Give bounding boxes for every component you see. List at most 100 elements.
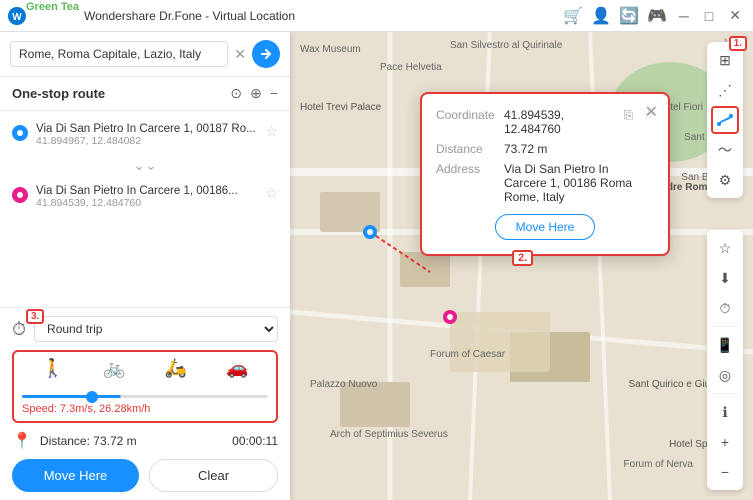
map-label-wax: Wax Museum bbox=[300, 44, 361, 55]
popup-coordinate-row: Coordinate 41.894539, 12.484760 ⎘ ☆ bbox=[436, 108, 654, 136]
toolbar-nodes-icon[interactable]: ⋰ bbox=[711, 76, 739, 104]
car-icon[interactable]: 🚗 bbox=[226, 358, 248, 379]
speed-box: 🚶 🚲 🛵 🚗 Speed: 7.3m/s, 26.28km/h bbox=[12, 350, 278, 423]
chevron-down-icon: ⌄⌄ bbox=[133, 157, 156, 173]
route-star-1[interactable]: ☆ bbox=[265, 123, 278, 140]
route-item-2[interactable]: Via Di San Pietro In Carcere 1, 00186...… bbox=[0, 179, 290, 215]
gamepad-icon[interactable]: 🎮 bbox=[647, 6, 667, 26]
svg-text:W: W bbox=[12, 12, 22, 23]
toolbar-top: ⊞ ⋰ 〜 ⚙ 1. bbox=[707, 42, 743, 198]
minimize-btn[interactable]: ─ bbox=[675, 8, 693, 24]
route-dot-inner-1 bbox=[17, 130, 23, 136]
toolbar-download-icon[interactable]: ⬇ bbox=[711, 264, 739, 292]
map-label-pace: Pace Helvetia bbox=[380, 62, 442, 73]
right-toolbar: ⊞ ⋰ 〜 ⚙ 1. ☆ bbox=[707, 42, 743, 490]
popup-move-here-button[interactable]: Move Here bbox=[495, 214, 596, 240]
action-buttons: Move Here Clear bbox=[12, 459, 278, 492]
map-label-trevi: Hotel Trevi Palace bbox=[300, 102, 381, 113]
popup-distance-row: Distance 73.72 m bbox=[436, 142, 654, 156]
distance-value: Distance: 73.72 m bbox=[40, 434, 224, 448]
route-svg-icon bbox=[717, 112, 733, 128]
trip-control: 3. ⏱ Round trip One way Loop bbox=[12, 316, 278, 342]
close-btn[interactable]: ✕ bbox=[725, 7, 745, 24]
popup-coordinate-value: 41.894539, 12.484760 bbox=[504, 108, 612, 136]
popup-address-row: Address Via Di San Pietro In Carcere 1, … bbox=[436, 162, 654, 204]
toolbar-settings-icon[interactable]: ⚙ bbox=[711, 166, 739, 194]
route-item-content-1: Via Di San Pietro In Carcere 1, 00187 Ro… bbox=[36, 123, 257, 147]
maximize-btn[interactable]: □ bbox=[701, 8, 717, 24]
search-input[interactable] bbox=[10, 41, 228, 67]
route-item-coords-2: 41.894539, 12.484760 bbox=[36, 197, 257, 209]
green-tea-label: Green Tea bbox=[26, 2, 79, 13]
badge-2: 2. bbox=[512, 250, 533, 266]
refresh-icon[interactable]: 🔄 bbox=[619, 6, 639, 26]
map-label-palazzo: Palazzo Nuovo bbox=[310, 379, 377, 390]
popup-address-value: Via Di San Pietro In Carcere 1, 00186 Ro… bbox=[504, 162, 654, 204]
toolbar-zoom-out-icon[interactable]: − bbox=[711, 458, 739, 486]
user-icon[interactable]: 👤 bbox=[591, 6, 611, 26]
popup-card: ✕ Coordinate 41.894539, 12.484760 ⎘ ☆ Di… bbox=[420, 92, 670, 256]
toolbar-zoom-in-icon[interactable]: + bbox=[711, 428, 739, 456]
route-dot-inner-2 bbox=[17, 192, 23, 198]
route-item-1[interactable]: Via Di San Pietro In Carcere 1, 00187 Ro… bbox=[0, 117, 290, 153]
toolbar-location-icon[interactable]: ◎ bbox=[711, 361, 739, 389]
popup-distance-value: 73.72 m bbox=[504, 142, 654, 156]
add-waypoint-icon[interactable]: ⊕ bbox=[250, 85, 262, 102]
popup-copy-icon[interactable]: ⎘ bbox=[624, 108, 634, 123]
scooter-icon[interactable]: 🛵 bbox=[165, 358, 187, 379]
route-item-coords-1: 41.894967, 12.484082 bbox=[36, 135, 257, 147]
route-separator: ⌄⌄ bbox=[0, 153, 290, 179]
time-value: 00:00:11 bbox=[232, 434, 278, 448]
toolbar-divider-2 bbox=[711, 393, 739, 394]
map-label-nerva: Forum of Nerva bbox=[624, 459, 693, 470]
cart-icon[interactable]: 🛒 bbox=[563, 6, 583, 26]
route-list: Via Di San Pietro In Carcere 1, 00187 Ro… bbox=[0, 111, 290, 307]
popup-coordinate-label: Coordinate bbox=[436, 108, 496, 122]
popup-close-button[interactable]: ✕ bbox=[645, 102, 658, 122]
route-item-content-2: Via Di San Pietro In Carcere 1, 00186...… bbox=[36, 185, 257, 209]
route-dot-1 bbox=[12, 125, 28, 141]
collapse-icon[interactable]: − bbox=[270, 85, 278, 102]
move-here-button[interactable]: Move Here bbox=[12, 459, 139, 492]
route-star-2[interactable]: ☆ bbox=[265, 185, 278, 202]
map-label-septimiusseverus: Arch of Septimius Severus bbox=[330, 429, 448, 440]
app-icon: W bbox=[8, 7, 26, 25]
popup-distance-label: Distance bbox=[436, 142, 496, 156]
trip-icon: 3. ⏱ bbox=[12, 319, 26, 340]
speed-slider[interactable] bbox=[22, 395, 268, 398]
home-icon[interactable]: ⊙ bbox=[230, 85, 242, 102]
search-go-button[interactable] bbox=[252, 40, 280, 68]
map-label-sansilvestro: San Silvestro al Quirinale bbox=[450, 40, 562, 51]
route-header: One-stop route ⊙ ⊕ − bbox=[0, 77, 290, 111]
toolbar-phone-icon[interactable]: 📱 bbox=[711, 331, 739, 359]
badge-3: 3. bbox=[26, 309, 44, 324]
toolbar-route-icon[interactable] bbox=[711, 106, 739, 134]
trip-select[interactable]: Round trip One way Loop bbox=[34, 316, 278, 342]
bottom-controls: 3. ⏱ Round trip One way Loop 🚶 🚲 🛵 🚗 bbox=[0, 307, 290, 500]
badge-1: 1. bbox=[729, 36, 747, 51]
toolbar-history-icon[interactable]: ⏱ bbox=[711, 294, 739, 322]
toolbar-star-icon[interactable]: ☆ bbox=[711, 234, 739, 262]
popup-address-label: Address bbox=[436, 162, 496, 176]
distance-row: 📍 Distance: 73.72 m 00:00:11 bbox=[12, 431, 278, 451]
map-area[interactable]: Wax Museum Pace Helvetia San Silvestro a… bbox=[290, 32, 753, 500]
main-container: ✕ One-stop route ⊙ ⊕ − Vi bbox=[0, 32, 753, 500]
app-title: Wondershare Dr.Fone - Virtual Location bbox=[84, 9, 295, 23]
search-clear-icon[interactable]: ✕ bbox=[234, 46, 246, 63]
toolbar-path-icon[interactable]: 〜 bbox=[711, 136, 739, 164]
arrow-right-icon bbox=[259, 47, 273, 61]
bike-icon[interactable]: 🚲 bbox=[103, 358, 125, 379]
route-title: One-stop route bbox=[12, 86, 105, 101]
route-item-name-1: Via Di San Pietro In Carcere 1, 00187 Ro… bbox=[36, 123, 257, 135]
toolbar-info-icon[interactable]: ℹ bbox=[711, 398, 739, 426]
distance-icon: 📍 bbox=[12, 431, 32, 451]
route-header-icons: ⊙ ⊕ − bbox=[230, 85, 278, 102]
route-item-name-2: Via Di San Pietro In Carcere 1, 00186... bbox=[36, 185, 257, 197]
map-label-forum-caesar: Forum of Caesar bbox=[430, 349, 505, 360]
clear-button[interactable]: Clear bbox=[149, 459, 278, 492]
transport-row: 🚶 🚲 🛵 🚗 bbox=[22, 358, 268, 379]
toolbar-divider-1 bbox=[711, 326, 739, 327]
left-panel: ✕ One-stop route ⊙ ⊕ − Vi bbox=[0, 32, 290, 500]
walk-icon[interactable]: 🚶 bbox=[42, 358, 64, 379]
route-dot-2 bbox=[12, 187, 28, 203]
